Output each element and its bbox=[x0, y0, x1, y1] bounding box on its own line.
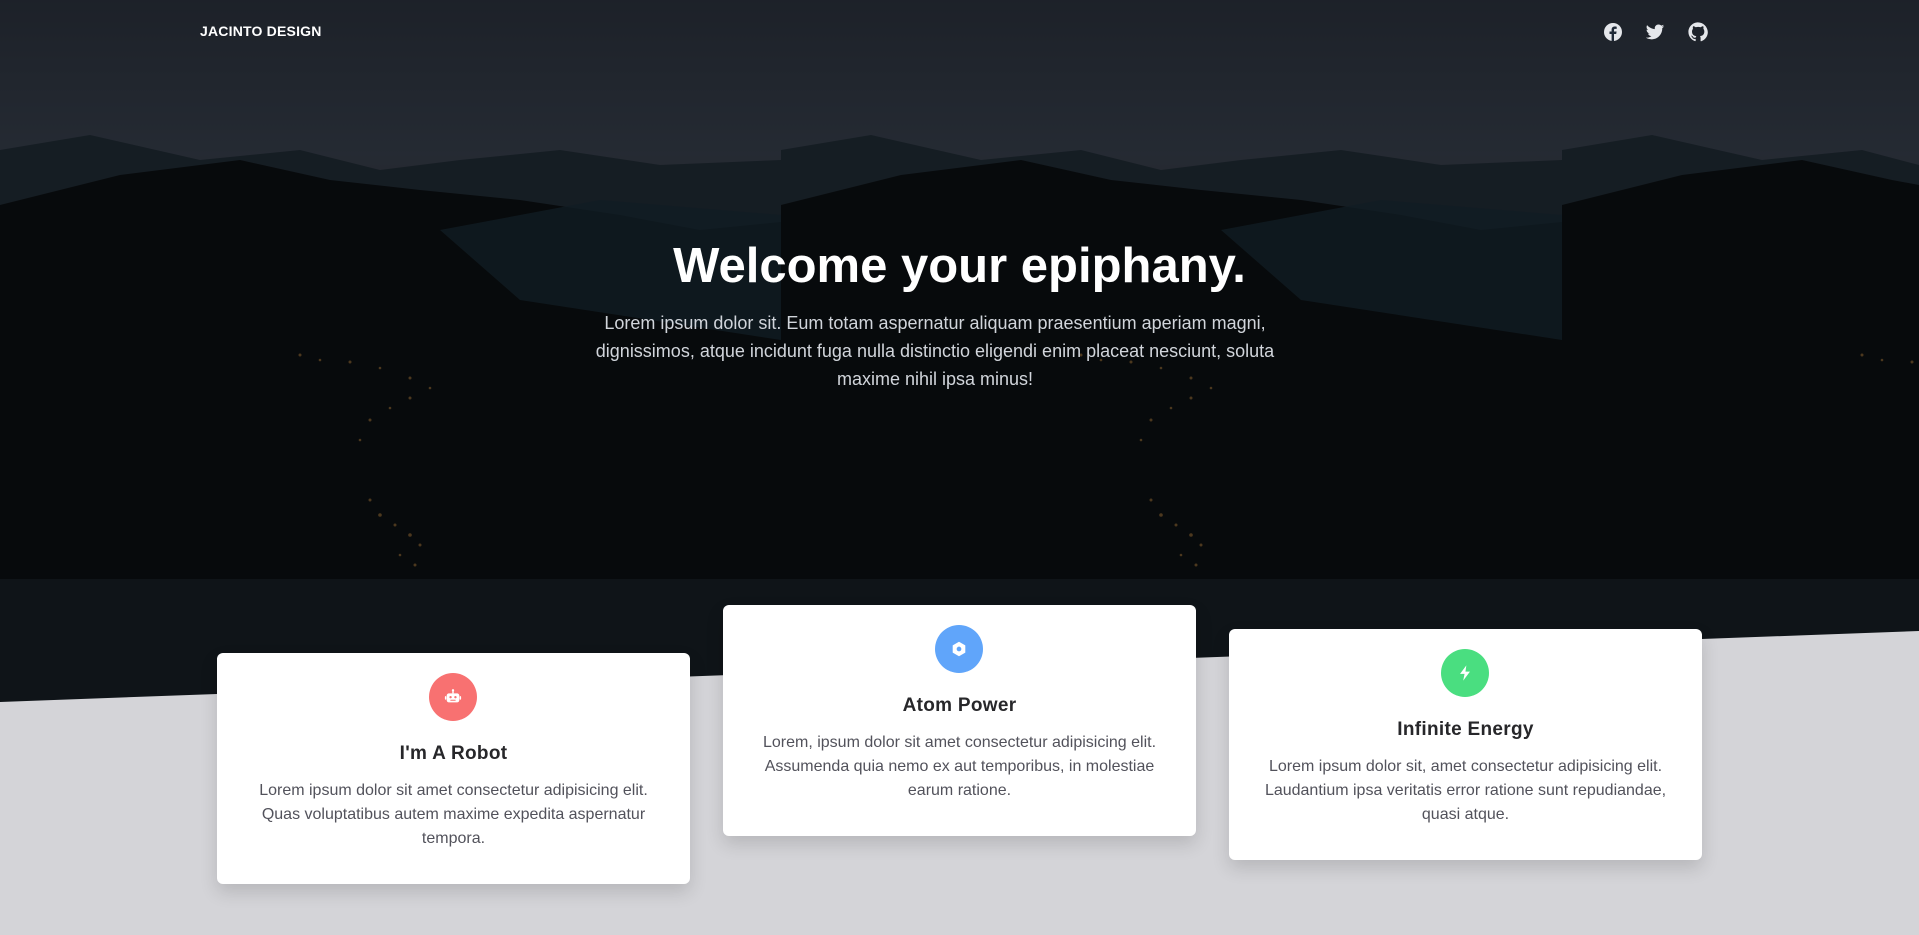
card-title: Infinite Energy bbox=[1397, 719, 1534, 740]
brand-logo[interactable]: JACINTO DESIGN bbox=[200, 23, 322, 39]
card-description: Lorem, ipsum dolor sit amet consectetur … bbox=[762, 734, 1157, 799]
feature-card-energy: Infinite Energy Lorem ipsum dolor sit, a… bbox=[1229, 629, 1702, 860]
github-icon[interactable] bbox=[1688, 22, 1708, 42]
feature-card-atom: Atom Power Lorem, ipsum dolor sit amet c… bbox=[723, 605, 1196, 836]
feature-card-robot: I'm A Robot Lorem ipsum dolor sit amet c… bbox=[217, 653, 690, 884]
atom-icon bbox=[935, 625, 983, 673]
facebook-icon[interactable] bbox=[1603, 22, 1623, 42]
card-title: Atom Power bbox=[902, 695, 1017, 716]
twitter-icon[interactable] bbox=[1645, 22, 1665, 42]
card-description: Lorem ipsum dolor sit, amet consectetur … bbox=[1264, 758, 1667, 823]
robot-icon bbox=[429, 673, 477, 721]
bolt-icon bbox=[1441, 649, 1489, 697]
hero-title: Welcome your epiphany. bbox=[673, 239, 1246, 293]
card-description: Lorem ipsum dolor sit amet consectetur a… bbox=[259, 782, 648, 847]
card-title: I'm A Robot bbox=[399, 743, 508, 764]
hero-description: Lorem ipsum dolor sit. Eum totam asperna… bbox=[595, 313, 1275, 389]
